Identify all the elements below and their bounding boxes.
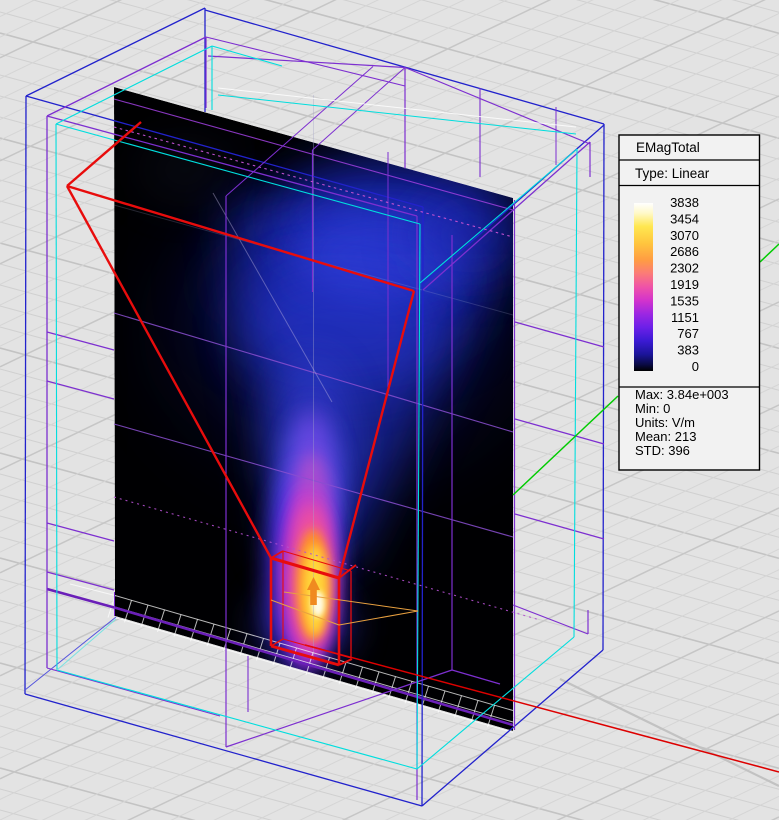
svg-text:383: 383 <box>677 343 699 358</box>
svg-text:Type: Linear: Type: Linear <box>635 166 710 181</box>
svg-text:0: 0 <box>692 359 699 374</box>
svg-text:Min: 0: Min: 0 <box>635 401 670 416</box>
svg-text:1151: 1151 <box>671 310 699 325</box>
svg-text:2302: 2302 <box>670 261 699 276</box>
svg-text:Max: 3.84e+003: Max: 3.84e+003 <box>635 387 729 402</box>
svg-text:3070: 3070 <box>670 228 699 243</box>
svg-text:Units: V/m: Units: V/m <box>635 415 695 430</box>
svg-text:2686: 2686 <box>670 244 699 259</box>
svg-text:1919: 1919 <box>670 277 699 292</box>
svg-text:EMagTotal: EMagTotal <box>636 140 700 155</box>
svg-text:3838: 3838 <box>670 195 699 210</box>
svg-text:STD: 396: STD: 396 <box>635 443 690 458</box>
svg-text:767: 767 <box>677 326 699 341</box>
svg-text:Mean: 213: Mean: 213 <box>635 429 696 444</box>
svg-text:3454: 3454 <box>670 211 699 226</box>
svg-text:1535: 1535 <box>670 293 699 308</box>
